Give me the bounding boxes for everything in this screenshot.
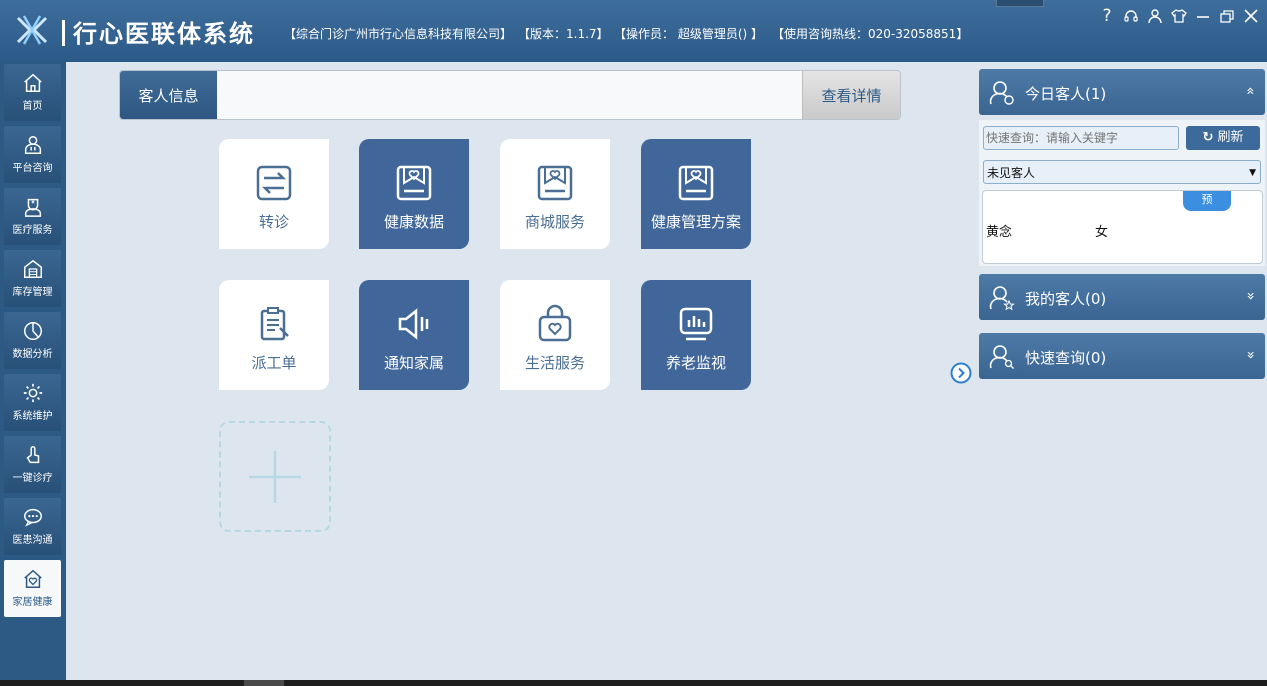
sidebar-item-label: 数据分析 — [12, 349, 53, 360]
refresh-label: 刷新 — [1217, 130, 1244, 145]
today-customers-header[interactable]: 今日客人(1) » — [979, 69, 1265, 115]
close-icon[interactable] — [1243, 6, 1259, 26]
expand-panel-icon[interactable] — [950, 362, 972, 384]
filter-selected-value: 未见客人 — [987, 166, 1036, 180]
restore-icon[interactable] — [1219, 6, 1235, 26]
tile-elderly-monitor[interactable]: 养老监视 — [641, 280, 751, 390]
version-info: 【版本：1.1.7】 — [518, 27, 609, 41]
sidebar-item-label: 医患沟通 — [12, 535, 53, 546]
title-bar: 行心医联体系统 【综合门诊广州市行心信息科技有限公司】 【版本：1.1.7】 【… — [0, 0, 1267, 62]
tile-label: 通知家属 — [383, 354, 444, 372]
bag-icon — [538, 304, 572, 342]
customer-name: 黄念 — [986, 225, 1013, 240]
home-icon — [23, 73, 42, 92]
taskbar-strip — [0, 680, 1267, 686]
sidebar-item-label: 系统维护 — [12, 411, 53, 422]
quick-search-input[interactable] — [983, 126, 1179, 150]
tile-life-service[interactable]: 生活服务 — [500, 280, 610, 390]
hotline-info: 【使用咨询热线：020-32058851】 — [772, 27, 969, 41]
tile-mall-service[interactable]: 商城服务 — [500, 139, 610, 249]
collapse-chevron-icon[interactable]: » — [1243, 87, 1259, 96]
tile-label: 健康数据 — [383, 213, 444, 231]
app-title: 行心医联体系统 — [62, 14, 255, 49]
today-customers-title: 今日客人(1) — [1025, 85, 1107, 103]
operator-info: 【操作员： 超级管理员() 】 — [614, 27, 763, 41]
customer-info-bar: 客人信息 查看详情 — [119, 70, 901, 120]
add-tile-button[interactable] — [219, 421, 331, 532]
dropdown-arrow-icon: ▼ — [1249, 168, 1256, 178]
pie-chart-icon — [23, 322, 42, 340]
sidebar-item-label: 家居健康 — [12, 597, 53, 608]
home-heart-icon — [23, 569, 42, 588]
window-controls: ? — [1099, 6, 1259, 26]
user-clock-icon — [989, 81, 1014, 105]
tile-label: 商城服务 — [524, 213, 585, 231]
refresh-icon: ↻ — [1202, 130, 1214, 145]
settings-icon — [23, 383, 42, 403]
customer-sex: 女 — [1095, 225, 1109, 240]
customer-info-label: 客人信息 — [120, 71, 217, 119]
user-search-icon — [989, 345, 1014, 369]
sidebar-item-data-analysis[interactable]: 数据分析 — [4, 312, 61, 369]
app-logo-icon — [16, 15, 48, 45]
sidebar-item-one-click-treatment[interactable]: 一键诊疗 — [4, 436, 61, 493]
sidebar-item-platform-consult[interactable]: 平台咨询 — [4, 126, 61, 183]
customer-filter-select[interactable]: 未见客人 ▼ — [983, 160, 1261, 184]
doctor-icon — [24, 136, 41, 154]
refresh-button[interactable]: ↻ 刷新 — [1186, 126, 1260, 150]
touch-icon — [26, 446, 39, 464]
mall-icon — [537, 165, 573, 201]
customer-card[interactable]: 预 黄念 女 — [982, 190, 1263, 264]
plus-icon — [249, 451, 301, 503]
sidebar-item-label: 平台咨询 — [12, 163, 53, 174]
my-customers-title: 我的客人(0) — [1025, 290, 1107, 308]
sidebar-item-doctor-patient-chat[interactable]: 医患沟通 — [4, 498, 61, 555]
view-details-button[interactable]: 查看详情 — [802, 71, 900, 119]
tile-label: 健康管理方案 — [650, 213, 741, 231]
company-info: 【综合门诊广州市行心信息科技有限公司】 — [284, 27, 513, 41]
appointment-badge: 预 — [1183, 191, 1231, 211]
tile-label: 养老监视 — [665, 354, 726, 372]
tile-label: 生活服务 — [524, 354, 585, 372]
health-plan-icon — [678, 165, 714, 201]
help-button[interactable]: ? — [1099, 6, 1115, 26]
nurse-icon — [24, 198, 41, 217]
health-data-icon — [396, 165, 432, 201]
user-star-icon — [989, 286, 1015, 311]
warehouse-icon — [23, 259, 42, 278]
sidebar-item-inventory[interactable]: 库存管理 — [4, 250, 61, 307]
sidebar-item-label: 库存管理 — [12, 287, 53, 298]
tile-transfer[interactable]: 转诊 — [219, 139, 329, 249]
tile-health-data[interactable]: 健康数据 — [359, 139, 469, 249]
sidebar-item-system-maintenance[interactable]: 系统维护 — [4, 374, 61, 431]
expand-chevron-icon[interactable]: » — [1243, 351, 1259, 360]
quick-query-title: 快速查询(0) — [1025, 349, 1107, 367]
sidebar-item-medical-service[interactable]: 医疗服务 — [4, 188, 61, 245]
taskbar-segment — [244, 680, 284, 686]
monitor-icon — [679, 307, 713, 341]
tile-label: 派工单 — [251, 354, 297, 372]
chat-icon — [23, 508, 42, 527]
my-customers-header[interactable]: 我的客人(0) » — [979, 274, 1265, 320]
minimize-icon[interactable] — [1195, 6, 1211, 26]
quick-query-header[interactable]: 快速查询(0) » — [979, 333, 1265, 379]
sidebar: 首页 平台咨询 医疗服务 库存管理 数据分析 系统维护 一键诊疗 医患沟通 家居… — [0, 62, 66, 680]
expand-chevron-icon[interactable]: » — [1243, 292, 1259, 301]
tile-work-order[interactable]: 派工单 — [219, 280, 329, 390]
tile-health-plan[interactable]: 健康管理方案 — [641, 139, 751, 249]
headset-icon[interactable] — [1123, 6, 1139, 26]
user-icon[interactable] — [1147, 6, 1163, 26]
tile-label: 转诊 — [258, 213, 289, 231]
sidebar-item-home-health[interactable]: 家居健康 — [4, 560, 61, 617]
top-tab-handle[interactable] — [996, 0, 1044, 7]
sidebar-item-home[interactable]: 首页 — [4, 64, 61, 121]
clipboard-icon — [260, 307, 289, 341]
tile-notify-family[interactable]: 通知家属 — [359, 280, 469, 390]
shirt-icon[interactable] — [1171, 6, 1187, 26]
sidebar-item-label: 首页 — [22, 101, 43, 112]
sidebar-item-label: 医疗服务 — [12, 225, 53, 236]
transfer-icon — [256, 165, 292, 201]
speaker-icon — [398, 308, 429, 340]
sidebar-item-label: 一键诊疗 — [12, 473, 53, 484]
